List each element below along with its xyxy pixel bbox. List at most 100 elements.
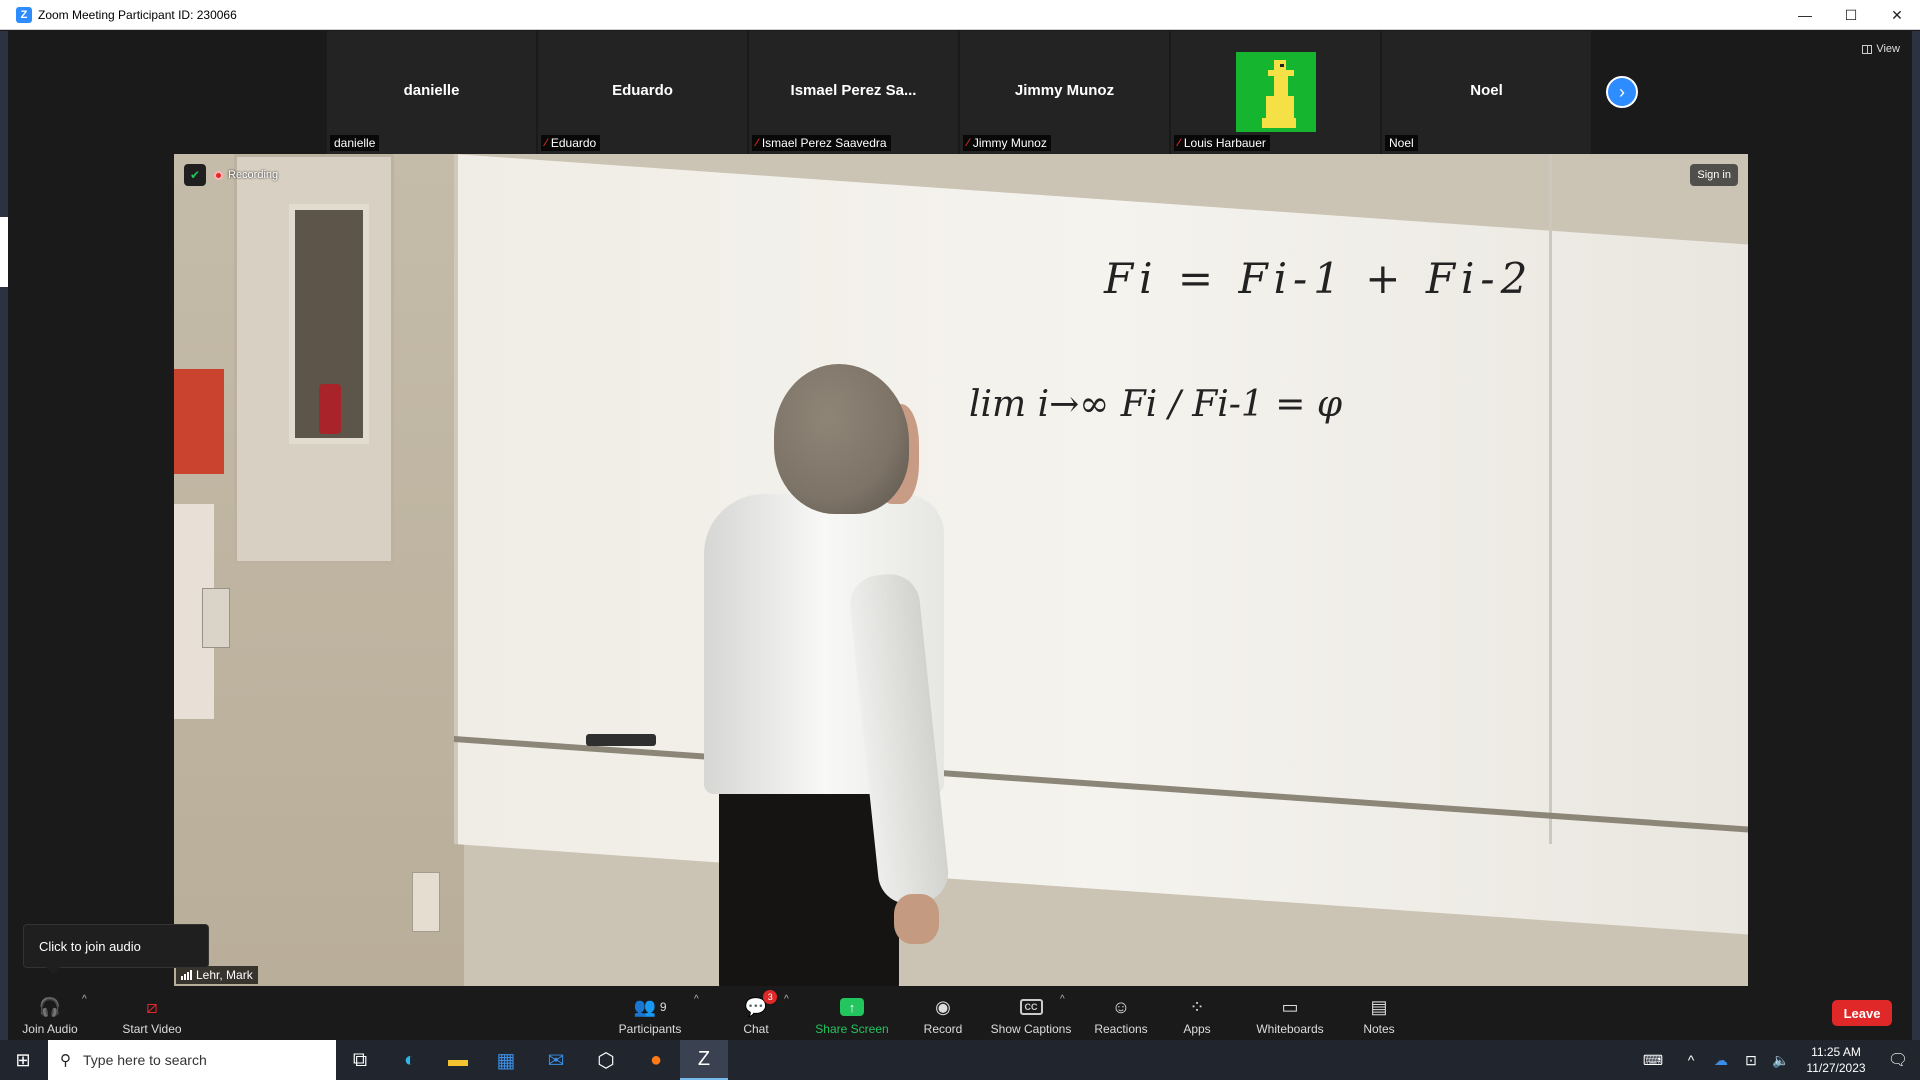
participant-display-name: Jimmy Munoz: [1014, 82, 1115, 99]
notifications-icon[interactable]: 🗨: [1876, 1050, 1920, 1070]
zoom-logo-icon: Z: [16, 6, 32, 23]
zoom-taskbar-icon[interactable]: Z: [680, 1040, 728, 1080]
participant-name: Jimmy Munoz: [972, 136, 1047, 150]
windows-taskbar: ⊞ ⚲ Type here to search ⧉ ◐ ▬ ▦ ✉ ⬡ ● Z …: [0, 1040, 1920, 1080]
task-view-icon[interactable]: ⧉: [336, 1040, 384, 1080]
whiteboard-icon: ▭: [1281, 996, 1299, 1017]
chat-label: Chat: [743, 1022, 769, 1036]
apps-button[interactable]: ⁘ Apps: [1174, 992, 1220, 1037]
chat-button[interactable]: 💬 3 Chat: [734, 990, 778, 1036]
participant-tile[interactable]: Ismael Perez Sa... ⁄ Ismael Perez Saaved…: [749, 31, 958, 154]
view-button-label: View: [1876, 43, 1900, 55]
video-board-seam: [1549, 154, 1552, 844]
active-speaker-video[interactable]: Fi = Fi-1 + Fi-2 lim i→∞ Fi / Fi-1 = φ ✔…: [174, 154, 1748, 986]
join-audio-label: Join Audio: [22, 1022, 78, 1036]
video-person-head: [774, 364, 909, 514]
participant-name-tag: danielle: [330, 135, 380, 151]
participant-tile[interactable]: ⁄ Louis Harbauer: [1171, 31, 1380, 154]
left-edge: [0, 31, 8, 1041]
record-label: Record: [923, 1022, 963, 1036]
captions-caret-icon[interactable]: ^: [1060, 994, 1065, 1005]
start-video-button[interactable]: ⧄ Start Video: [114, 992, 190, 1037]
close-button[interactable]: ✕: [1874, 0, 1920, 30]
taskbar-search-box[interactable]: ⚲ Type here to search: [48, 1040, 336, 1080]
edge-browser-icon[interactable]: ◐: [386, 1040, 434, 1080]
mail-icon[interactable]: ✉: [532, 1040, 580, 1080]
smiley-icon: ☺: [1111, 996, 1131, 1017]
side-tab: [0, 217, 8, 287]
video-eraser: [586, 734, 656, 746]
file-explorer-icon[interactable]: ▬: [434, 1040, 482, 1080]
chat-caret-icon[interactable]: ^: [784, 994, 789, 1005]
whiteboard-formula-limit: lim i→∞ Fi / Fi-1 = φ: [969, 384, 1343, 425]
join-audio-button[interactable]: 🎧 Join Audio: [20, 992, 80, 1037]
reactions-button[interactable]: ☺ Reactions: [1086, 992, 1156, 1037]
sign-in-button[interactable]: Sign in: [1690, 164, 1738, 186]
chat-badge: 3: [763, 990, 778, 1004]
right-edge: [1912, 31, 1920, 1041]
security-shield-icon[interactable]: ✔: [184, 164, 206, 186]
participant-display-name: Ismael Perez Sa...: [790, 82, 917, 99]
next-page-button[interactable]: ›: [1606, 76, 1638, 108]
whiteboards-button[interactable]: ▭ Whiteboards: [1248, 992, 1332, 1037]
share-screen-button[interactable]: ↑ Share Screen: [810, 992, 894, 1036]
video-fire-extinguisher: [319, 384, 341, 434]
participant-name-tag: Noel: [1385, 135, 1418, 151]
app-cube-icon[interactable]: ⬡: [582, 1040, 630, 1080]
share-screen-icon: ↑: [840, 996, 864, 1018]
search-icon: ⚲: [60, 1052, 71, 1069]
signal-bars-icon: [181, 970, 192, 980]
reactions-label: Reactions: [1094, 1022, 1148, 1036]
video-poster: [174, 369, 224, 474]
meeting-toolbar: 🎧 Join Audio ^ ⧄ Start Video 👥 9 Partici…: [8, 986, 1912, 1040]
participants-caret-icon[interactable]: ^: [694, 994, 699, 1005]
onedrive-icon[interactable]: ☁: [1706, 1052, 1736, 1069]
participants-count: 9: [659, 1000, 667, 1014]
chat-bubble-icon: 💬 3: [745, 990, 778, 1018]
video-off-icon: ⧄: [146, 996, 158, 1017]
system-tray: ⌨ ^ ☁ ⊡ 🔈 11:25 AM 11/27/2023 🗨: [1630, 1040, 1920, 1080]
participant-tile[interactable]: Jimmy Munoz ⁄ Jimmy Munoz: [960, 31, 1169, 154]
participant-tile[interactable]: Eduardo ⁄ Eduardo: [538, 31, 747, 154]
record-icon: ◉: [935, 996, 951, 1017]
captions-icon: CC: [1019, 996, 1043, 1018]
participant-name-tag: ⁄ Jimmy Munoz: [963, 135, 1051, 151]
windows-start-icon[interactable]: ⊞: [0, 1040, 46, 1080]
recording-indicator[interactable]: Recording: [214, 164, 278, 186]
participants-label: Participants: [618, 1022, 682, 1036]
participant-avatar: [1235, 52, 1316, 132]
recording-dot-icon: [214, 170, 223, 180]
firefox-icon[interactable]: ●: [632, 1040, 680, 1080]
audio-options-caret-icon[interactable]: ^: [82, 994, 87, 1005]
apps-icon: ⁘: [1189, 996, 1205, 1017]
participant-display-name: danielle: [403, 82, 460, 99]
network-icon[interactable]: ⊡: [1736, 1052, 1766, 1069]
muted-mic-icon: ⁄: [967, 137, 969, 149]
participants-button[interactable]: 👥 9 Participants: [612, 992, 688, 1037]
record-button[interactable]: ◉ Record: [914, 992, 972, 1037]
participant-tile[interactable]: Noel Noel: [1382, 31, 1591, 154]
muted-mic-icon: ⁄: [1178, 137, 1180, 149]
taskbar-clock[interactable]: 11:25 AM 11/27/2023: [1796, 1044, 1876, 1076]
participant-name-tag: ⁄ Louis Harbauer: [1174, 135, 1270, 151]
view-button[interactable]: View: [1862, 43, 1900, 55]
show-hidden-icons-icon[interactable]: ^: [1676, 1052, 1706, 1068]
minimize-button[interactable]: —: [1782, 0, 1828, 30]
join-audio-tooltip: Click to join audio: [23, 924, 209, 974]
notes-button[interactable]: ▤ Notes: [1356, 992, 1402, 1037]
recording-label: Recording: [228, 169, 279, 181]
grid-view-icon: [1862, 44, 1873, 54]
participant-tile[interactable]: danielle danielle: [327, 31, 536, 154]
start-video-label: Start Video: [122, 1022, 182, 1036]
headphones-icon: 🎧: [38, 996, 62, 1017]
participant-name: danielle: [334, 136, 376, 150]
share-screen-label: Share Screen: [815, 1022, 889, 1036]
participant-name: Ismael Perez Saavedra: [761, 136, 887, 150]
keyboard-layout-icon[interactable]: ⌨: [1630, 1052, 1676, 1069]
leave-button[interactable]: Leave: [1832, 1000, 1892, 1026]
notes-label: Notes: [1363, 1022, 1395, 1036]
maximize-button[interactable]: ☐: [1828, 0, 1874, 30]
microsoft-store-icon[interactable]: ▦: [482, 1040, 530, 1080]
volume-icon[interactable]: 🔈: [1766, 1052, 1796, 1069]
participant-strip: danielle danielle Eduardo ⁄ Eduardo Isma…: [327, 31, 1593, 154]
